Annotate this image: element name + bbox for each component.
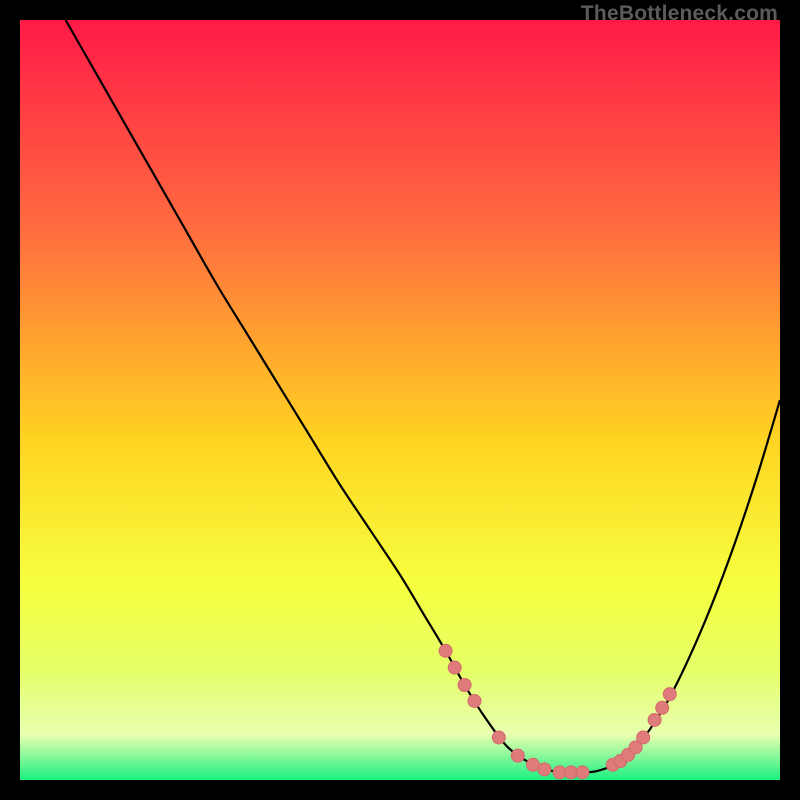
- curve-dot: [637, 731, 650, 744]
- curve-dot: [511, 749, 524, 762]
- curve-dot: [538, 763, 551, 776]
- gradient-background: [20, 20, 780, 780]
- curve-dot: [492, 731, 505, 744]
- curve-dot: [656, 701, 669, 714]
- chart-frame: TheBottleneck.com: [0, 0, 800, 800]
- curve-dot: [663, 688, 676, 701]
- curve-dot: [648, 713, 661, 726]
- bottleneck-chart: [20, 20, 780, 780]
- curve-dot: [448, 661, 461, 674]
- curve-dot: [458, 679, 471, 692]
- curve-dot: [468, 694, 481, 707]
- curve-dot: [576, 766, 589, 779]
- curve-dot: [439, 644, 452, 657]
